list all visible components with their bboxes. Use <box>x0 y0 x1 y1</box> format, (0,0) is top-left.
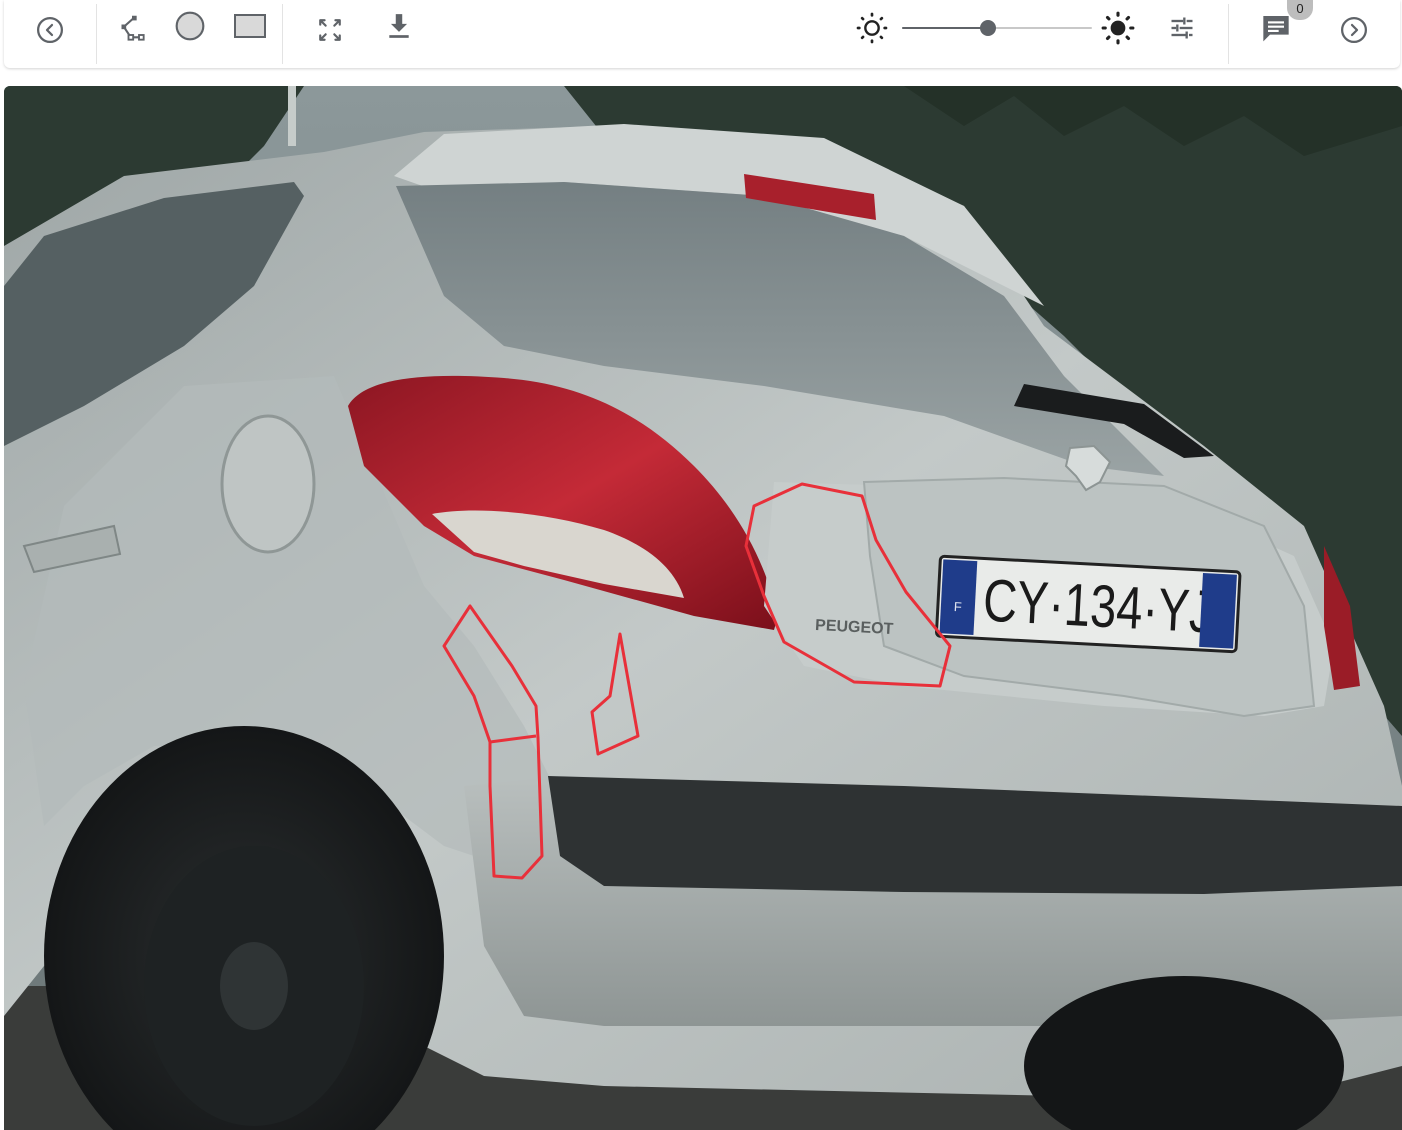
toolbar-divider <box>282 4 283 64</box>
brightness-low-button[interactable] <box>854 10 890 46</box>
chevron-right-circle-icon <box>1341 17 1367 43</box>
download-button[interactable] <box>381 8 417 44</box>
polygon-tool-button[interactable] <box>114 10 150 46</box>
plate-country: F <box>954 599 963 614</box>
tune-icon <box>1171 17 1193 39</box>
rectangle-tool-icon <box>234 14 266 38</box>
pole <box>288 86 296 146</box>
download-icon <box>389 14 409 38</box>
comment-icon <box>1263 16 1289 42</box>
plate-number: CY·134·YJ <box>982 567 1215 646</box>
fit-to-screen-icon <box>319 19 341 41</box>
annotation-toolbar: 0 <box>4 0 1400 68</box>
brightness-low-icon <box>856 12 888 44</box>
adjustments-button[interactable] <box>1164 10 1200 46</box>
image-viewer[interactable]: F CY·134·YJ PEUGEOT <box>4 86 1402 1130</box>
toolbar-divider <box>1228 4 1229 64</box>
brightness-high-icon <box>1101 11 1135 45</box>
toolbar-divider <box>96 4 97 64</box>
circle-tool-icon <box>175 11 205 41</box>
slider-fill <box>902 27 988 29</box>
brightness-slider[interactable] <box>902 18 1092 38</box>
comment-count-badge: 0 <box>1287 0 1313 20</box>
chevron-left-circle-icon <box>37 17 63 43</box>
annotated-photo: F CY·134·YJ PEUGEOT <box>4 86 1402 1130</box>
fuel-cap <box>220 414 316 554</box>
polygon-tool-icon <box>121 15 145 41</box>
fit-to-screen-button[interactable] <box>312 12 348 48</box>
rectangle-tool-button[interactable] <box>230 8 270 44</box>
slider-thumb[interactable] <box>979 20 996 36</box>
next-image-button[interactable] <box>1336 12 1372 48</box>
circle-tool-button[interactable] <box>172 8 208 44</box>
license-plate: F CY·134·YJ <box>935 554 1242 654</box>
previous-image-button[interactable] <box>32 12 68 48</box>
brightness-high-button[interactable] <box>1100 10 1136 46</box>
